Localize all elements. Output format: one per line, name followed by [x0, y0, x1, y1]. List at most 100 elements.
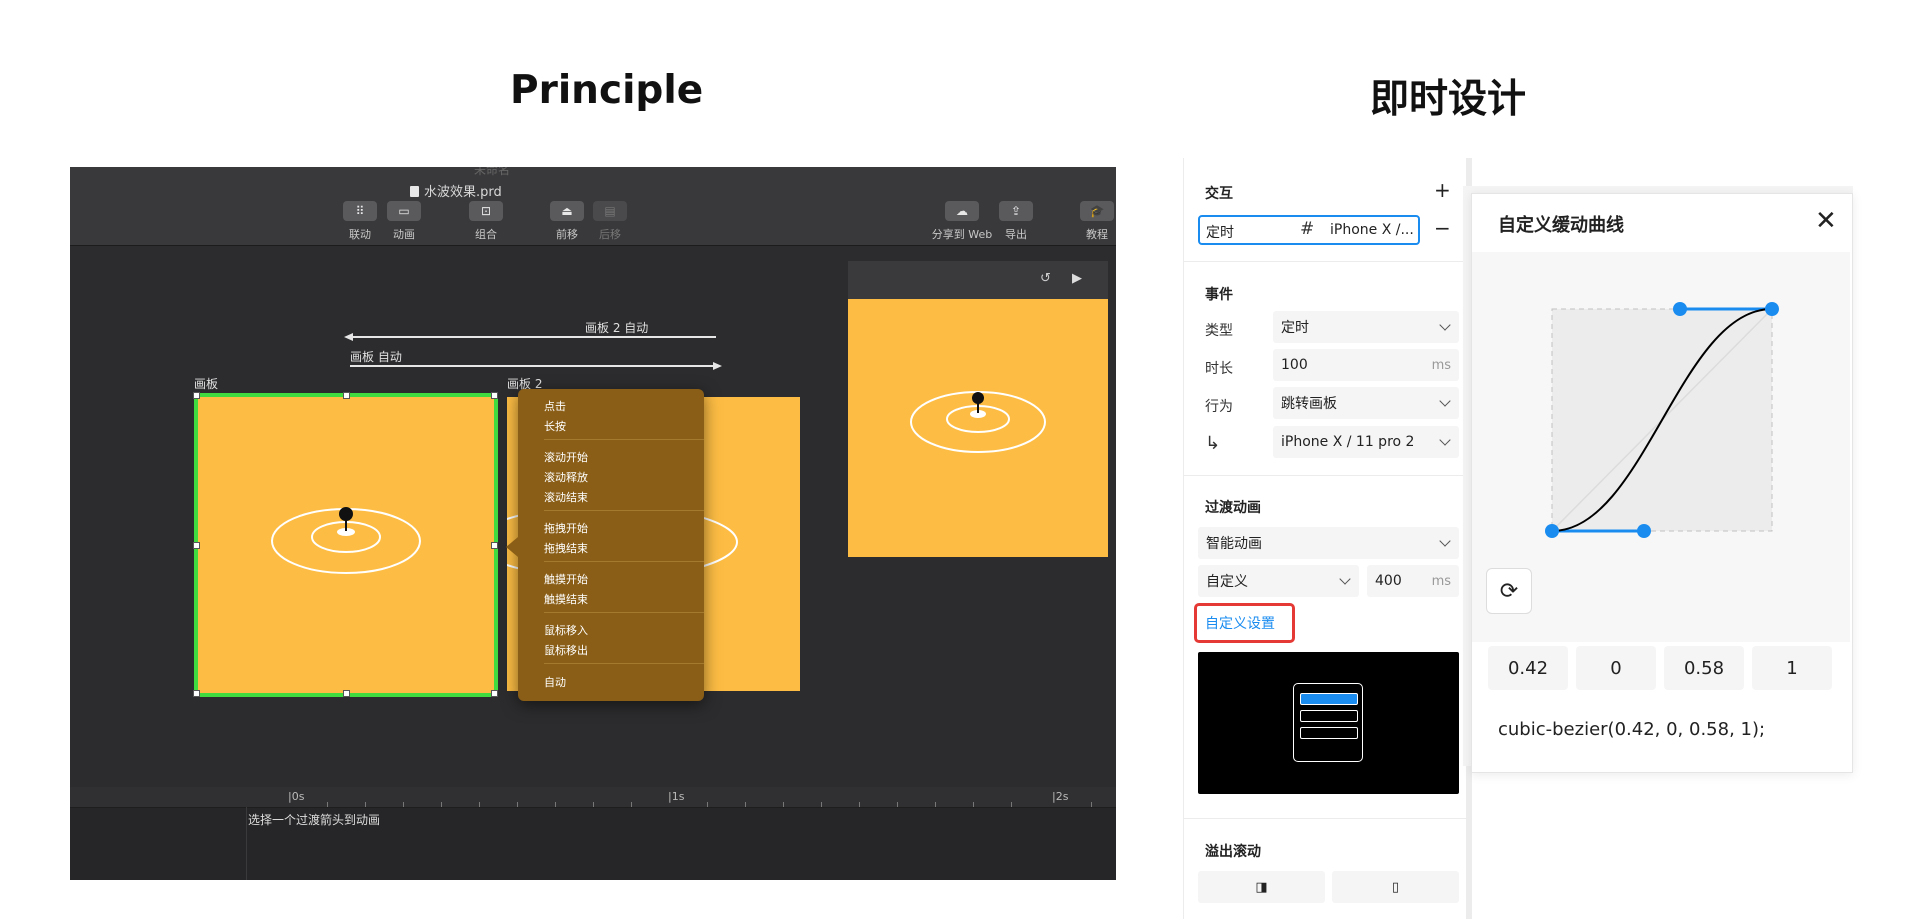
ripple-graphic: [271, 507, 421, 574]
transition-title: 过渡动画: [1205, 500, 1261, 516]
menu-divider: [544, 510, 704, 511]
toolbar-label-export: 导出: [1005, 228, 1027, 241]
toolbar-label-backward: 后移: [599, 228, 621, 241]
remove-interaction-button[interactable]: −: [1434, 216, 1451, 240]
menu-item-mouse-leave[interactable]: 鼠标移出: [544, 642, 588, 658]
overflow-title: 溢出滚动: [1205, 844, 1261, 860]
easing-select[interactable]: 自定义: [1198, 565, 1359, 597]
menu-item-mouse-enter[interactable]: 鼠标移入: [544, 622, 588, 638]
menu-item-touch-begin[interactable]: 触摸开始: [544, 571, 588, 587]
interaction-trigger: 定时: [1206, 225, 1234, 241]
menu-item-scroll-release[interactable]: 滚动释放: [544, 469, 588, 485]
toolbar-label-animate: 动画: [393, 228, 415, 241]
resize-handle[interactable]: [193, 392, 200, 399]
send-backward-icon: ▤: [593, 201, 627, 221]
chevron-down-icon: [1439, 319, 1451, 331]
custom-settings-link[interactable]: 自定义设置: [1205, 613, 1275, 633]
action-label: 行为: [1205, 399, 1233, 415]
menu-divider: [544, 612, 704, 613]
bezier-value-y2[interactable]: 1: [1752, 646, 1832, 690]
artboard-1-selected[interactable]: [193, 392, 498, 697]
menu-item-tap[interactable]: 点击: [544, 398, 566, 414]
tick-label: |2s: [1052, 790, 1069, 803]
menu-divider: [544, 439, 704, 440]
curve-panel-title: 自定义缓动曲线: [1498, 215, 1624, 236]
target-select[interactable]: iPhone X / 11 pro 2: [1273, 426, 1459, 458]
timeline: |0s |1s |2s 选择一个过渡箭头到动画: [70, 787, 1116, 880]
duration-label: 时长: [1205, 361, 1233, 377]
refresh-icon[interactable]: ⟳: [1486, 568, 1532, 614]
interaction-row[interactable]: 定时 # iPhone X /...: [1198, 215, 1420, 245]
graduation-cap-icon[interactable]: 🎓: [1080, 201, 1114, 221]
bring-forward-icon[interactable]: ⏏: [550, 201, 584, 221]
resize-handle[interactable]: [343, 690, 350, 697]
resize-handle[interactable]: [491, 690, 498, 697]
menu-divider: [544, 561, 704, 562]
action-select[interactable]: 跳转画板: [1273, 387, 1459, 419]
jsd-heading: 即时设计: [1370, 77, 1527, 122]
bezier-value-x2[interactable]: 0.58: [1664, 646, 1744, 690]
phone-frame-icon: [1293, 683, 1363, 762]
menu-item-drag-end[interactable]: 拖拽结束: [544, 540, 588, 556]
animation-select[interactable]: 智能动画: [1198, 527, 1459, 559]
add-interaction-button[interactable]: +: [1434, 178, 1451, 202]
artboard1-label: 画板: [194, 377, 219, 391]
custom-easing-panel: 自定义缓动曲线 ✕ ⟳ 0.42 0 0.58 1 cubic-bezier(0…: [1471, 193, 1853, 773]
timeline-ruler[interactable]: |0s |1s |2s: [70, 787, 1116, 808]
menu-item-touch-end[interactable]: 触摸结束: [544, 591, 588, 607]
cloud-upload-icon[interactable]: ☁: [945, 201, 979, 221]
undo-icon[interactable]: ↺: [1040, 271, 1051, 286]
cubic-bezier-css: cubic-bezier(0.42, 0, 0.58, 1);: [1498, 719, 1766, 740]
group-icon[interactable]: ⊡: [469, 201, 503, 221]
preview-window: ↺ ▶: [848, 261, 1108, 557]
preview-artboard: [848, 299, 1108, 557]
menu-item-long-press[interactable]: 长按: [544, 418, 566, 434]
overflow-vertical-button[interactable]: ◨: [1198, 871, 1325, 903]
overflow-device-button[interactable]: ▯: [1332, 871, 1459, 903]
resize-handle[interactable]: [193, 542, 200, 549]
toolbar-label-tutorial: 教程: [1086, 228, 1108, 241]
bezier-value-y1[interactable]: 0: [1576, 646, 1656, 690]
phone-icon: ▯: [1391, 879, 1400, 895]
transition-duration-input[interactable]: 400 ms: [1367, 565, 1459, 597]
resize-handle[interactable]: [491, 542, 498, 549]
timeline-divider: [246, 807, 247, 880]
section-divider: [1184, 818, 1466, 819]
link-dots-icon[interactable]: ⠿: [343, 201, 377, 221]
resize-handle[interactable]: [193, 690, 200, 697]
jsd-properties-panel: 交互 + 定时 # iPhone X /... − 事件 类型 定时 时长 10…: [1183, 158, 1472, 919]
chevron-down-icon: [1339, 573, 1351, 585]
type-label: 类型: [1205, 323, 1233, 339]
menu-item-drag-begin[interactable]: 拖拽开始: [544, 520, 588, 536]
transition-preview: [1198, 652, 1459, 794]
return-arrow-icon: ↳: [1205, 433, 1221, 454]
tick-label: |0s: [288, 790, 305, 803]
file-name-text: 水波效果.prd: [424, 185, 502, 200]
menu-item-auto[interactable]: 自动: [544, 674, 566, 690]
chevron-down-icon: [1439, 535, 1451, 547]
close-icon[interactable]: ✕: [1815, 206, 1837, 236]
video-camera-icon[interactable]: ▶: [1072, 271, 1082, 286]
toolbar-label-share: 分享到 Web: [931, 228, 993, 241]
animate-icon[interactable]: ▭: [387, 201, 421, 221]
resize-handle[interactable]: [343, 392, 350, 399]
document-icon: [410, 186, 419, 197]
menu-pointer: [506, 537, 518, 557]
resize-handle[interactable]: [491, 392, 498, 399]
export-icon[interactable]: ⇪: [999, 201, 1033, 221]
menu-item-scroll-end[interactable]: 滚动结束: [544, 489, 588, 505]
duration-input[interactable]: 100 ms: [1273, 349, 1459, 381]
principle-toolbar: 未命名 水波效果.prd ⠿ 联动 ▭ 动画 ⊡ 组合 ⏏ 前移 ▤ 后移 ☁ …: [70, 167, 1116, 246]
type-select[interactable]: 定时: [1273, 311, 1459, 343]
toolbar-label-forward: 前移: [556, 228, 578, 241]
bezier-value-x1[interactable]: 0.42: [1488, 646, 1568, 690]
menu-item-scroll-begin[interactable]: 滚动开始: [544, 449, 588, 465]
tick-label: |1s: [668, 790, 685, 803]
principle-window: 未命名 水波效果.prd ⠿ 联动 ▭ 动画 ⊡ 组合 ⏏ 前移 ▤ 后移 ☁ …: [70, 167, 1116, 880]
chevron-down-icon: [1439, 395, 1451, 407]
timeline-hint: 选择一个过渡箭头到动画: [248, 813, 381, 827]
trigger-context-menu: 点击 长按 滚动开始 滚动释放 滚动结束 拖拽开始 拖拽结束 触摸开始 触摸结束…: [518, 389, 704, 701]
file-name: 水波效果.prd: [410, 181, 502, 200]
interaction-title: 交互: [1205, 186, 1233, 202]
preview-header: ↺ ▶: [848, 261, 1108, 299]
